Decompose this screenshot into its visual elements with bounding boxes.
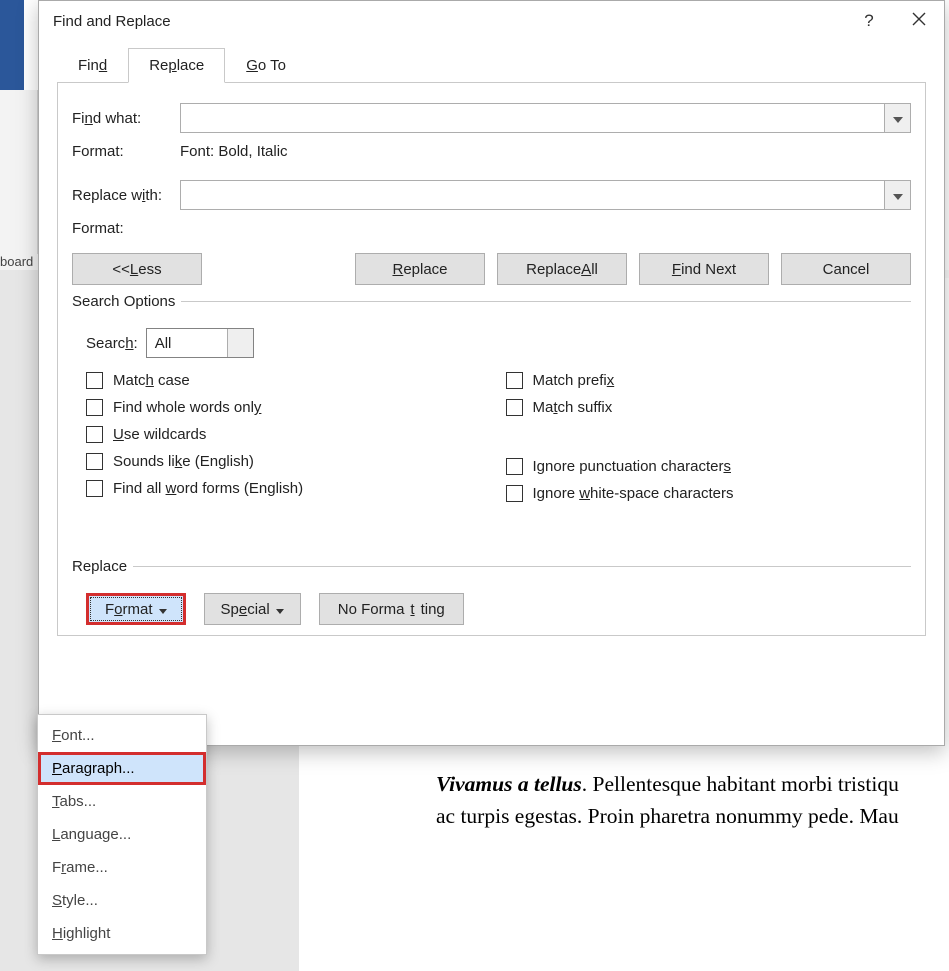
replace-all-button[interactable]: Replace All — [497, 253, 627, 285]
dialog-title: Find and Replace — [53, 13, 844, 30]
chevron-down-icon — [893, 110, 903, 127]
chevron-down-icon — [893, 187, 903, 204]
dialog-titlebar: Find and Replace ? — [39, 1, 944, 41]
doc-line1-rest: . Pellentesque habitant morbi tristiqu — [582, 772, 899, 796]
replace-panel: Find what: Format: Font: Bold, Italic Re… — [57, 83, 926, 636]
find-what-input[interactable] — [181, 110, 884, 127]
search-options-group: Search Options Search: All Match case Fi… — [72, 293, 911, 502]
close-button[interactable] — [894, 1, 944, 41]
ignore-whitespace-checkbox[interactable]: Ignore white-space characters — [506, 485, 912, 502]
tab-strip: Find Replace Go To — [57, 47, 926, 83]
word-ribbon-gray — [0, 90, 38, 270]
caret-down-icon — [276, 601, 284, 618]
menu-item-highlight[interactable]: Highlight — [38, 917, 206, 950]
less-button[interactable]: << Less — [72, 253, 202, 285]
doc-bold-italic-span: Vivamus a tellus — [436, 772, 582, 796]
replace-with-dropdown[interactable] — [884, 181, 910, 209]
match-suffix-checkbox[interactable]: Match suffix — [506, 399, 912, 416]
menu-item-frame[interactable]: Frame... — [38, 851, 206, 884]
menu-item-font[interactable]: Font... — [38, 719, 206, 752]
find-next-button[interactable]: Find Next — [639, 253, 769, 285]
replace-with-input[interactable] — [181, 187, 884, 204]
format-menu-button[interactable]: Format — [86, 593, 186, 625]
sounds-like-checkbox[interactable]: Sounds like (English) — [86, 453, 492, 470]
match-case-checkbox[interactable]: Match case — [86, 372, 492, 389]
replace-section-legend: Replace — [72, 558, 133, 575]
format-dropdown-menu: Font... Paragraph... Tabs... Language...… — [37, 714, 207, 955]
search-direction-chevron[interactable] — [227, 329, 253, 357]
find-replace-dialog: Find and Replace ? Find Replace Go To Fi… — [38, 0, 945, 746]
cancel-button[interactable]: Cancel — [781, 253, 911, 285]
wildcards-checkbox[interactable]: Use wildcards — [86, 426, 492, 443]
help-button[interactable]: ? — [844, 1, 894, 41]
whole-words-checkbox[interactable]: Find whole words only — [86, 399, 492, 416]
tab-replace[interactable]: Replace — [128, 48, 225, 83]
replace-with-combo[interactable] — [180, 180, 911, 210]
word-ribbon-edge — [0, 0, 24, 90]
replace-section: Replace Format Special No Formatting — [72, 558, 911, 625]
search-options-legend: Search Options — [72, 293, 181, 310]
replace-button[interactable]: Replace — [355, 253, 485, 285]
no-formatting-button[interactable]: No Formatting — [319, 593, 464, 625]
match-prefix-checkbox[interactable]: Match prefix — [506, 372, 912, 389]
search-direction-label: Search: — [86, 335, 138, 352]
doc-line2: ac turpis egestas. Proin pharetra nonumm… — [436, 804, 899, 828]
word-forms-checkbox[interactable]: Find all word forms (English) — [86, 480, 492, 497]
find-what-label: Find what: — [72, 110, 180, 127]
tab-goto[interactable]: Go To — [225, 48, 307, 83]
find-format-value: Font: Bold, Italic — [180, 143, 288, 160]
special-menu-button[interactable]: Special — [204, 593, 301, 625]
menu-item-style[interactable]: Style... — [38, 884, 206, 917]
menu-item-language[interactable]: Language... — [38, 818, 206, 851]
close-icon — [912, 12, 926, 30]
document-body-text: Vivamus a tellus. Pellentesque habitant … — [436, 768, 949, 833]
find-what-dropdown[interactable] — [884, 104, 910, 132]
tab-find[interactable]: Find — [57, 48, 128, 83]
find-format-label: Format: — [72, 143, 180, 160]
replace-format-label: Format: — [72, 220, 180, 237]
menu-item-paragraph[interactable]: Paragraph... — [38, 752, 206, 785]
find-what-combo[interactable] — [180, 103, 911, 133]
menu-item-tabs[interactable]: Tabs... — [38, 785, 206, 818]
ignore-punct-checkbox[interactable]: Ignore punctuation characters — [506, 458, 912, 475]
caret-down-icon — [159, 601, 167, 618]
search-direction-dropdown[interactable]: All — [146, 328, 254, 358]
replace-with-label: Replace with: — [72, 187, 180, 204]
search-direction-value: All — [147, 335, 227, 352]
